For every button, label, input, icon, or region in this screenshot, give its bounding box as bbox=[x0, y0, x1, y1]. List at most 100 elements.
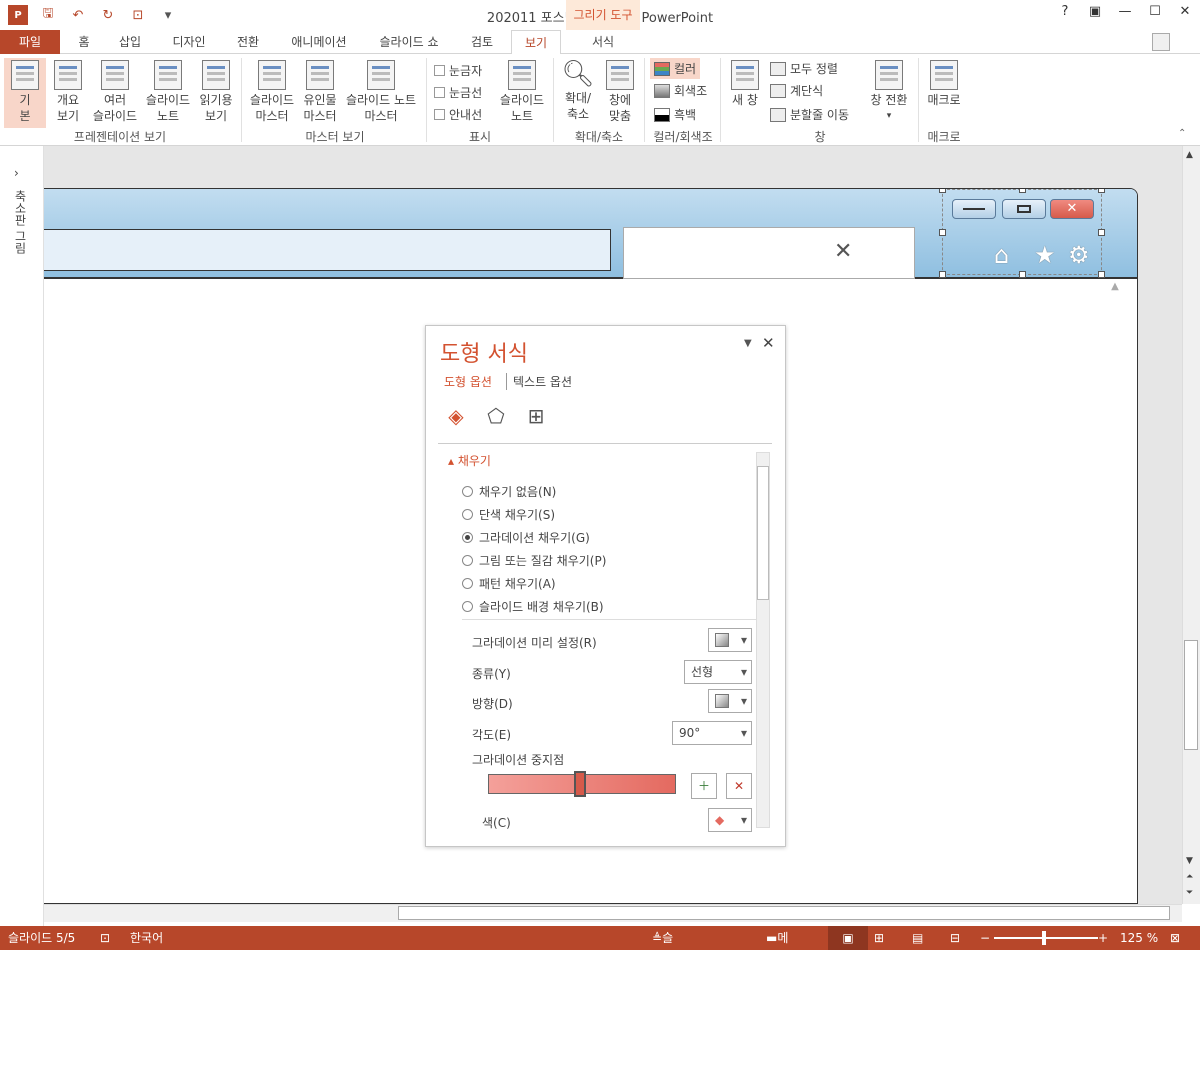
new-window-button[interactable]: 새 창 bbox=[726, 58, 764, 108]
fill-line-icon[interactable]: ◈ bbox=[444, 404, 468, 428]
radio-no-fill[interactable]: 채우기 없음(N) bbox=[462, 483, 556, 500]
move-split-button[interactable]: 분할줄 이동 bbox=[770, 106, 849, 123]
resize-handle[interactable] bbox=[1019, 271, 1026, 278]
effects-pentagon-icon[interactable]: ⬠ bbox=[484, 404, 508, 428]
tab-format[interactable]: 서식 bbox=[578, 30, 628, 54]
type-dropdown[interactable]: 선형 bbox=[684, 660, 752, 684]
zoom-level[interactable]: 125 % bbox=[1120, 926, 1158, 950]
tab-slideshow[interactable]: 슬라이드 쇼 bbox=[370, 30, 448, 54]
gridlines-checkbox[interactable]: 눈금선 bbox=[434, 84, 482, 101]
pane-scroll-thumb[interactable] bbox=[757, 466, 769, 600]
close-button[interactable]: ✕ bbox=[1170, 4, 1200, 19]
radio-solid-fill[interactable]: 단색 채우기(S) bbox=[462, 506, 555, 523]
reading-view-status-icon[interactable]: ▤ bbox=[912, 926, 923, 950]
tab-text-options[interactable]: 텍스트 옵션 bbox=[505, 373, 572, 390]
expand-thumbnails-icon[interactable]: › bbox=[14, 166, 19, 180]
notes-toggle-button[interactable]: 슬라이드 노트 bbox=[496, 58, 548, 124]
slide-sorter-button[interactable]: 여러 슬라이드 bbox=[90, 58, 140, 124]
normal-view-button[interactable]: 기 본 bbox=[4, 58, 46, 128]
zoom-button[interactable]: 🔍︎ 확대/ 축소 bbox=[558, 58, 598, 122]
user-account-icon[interactable] bbox=[1152, 33, 1170, 51]
fit-to-window-button[interactable]: 창에 맞춤 bbox=[600, 58, 640, 124]
guides-checkbox[interactable]: 안내선 bbox=[434, 106, 482, 123]
color-picker-dropdown[interactable]: ◆ bbox=[708, 808, 752, 832]
close-icon[interactable]: ✕ bbox=[834, 239, 852, 264]
normal-view-status-icon[interactable]: ▣ bbox=[828, 926, 868, 950]
zoom-out-icon[interactable]: − bbox=[980, 926, 990, 950]
remove-gradient-stop-icon[interactable]: ✕ bbox=[726, 773, 752, 799]
collapse-ribbon-icon[interactable]: ⌃ bbox=[1178, 128, 1186, 139]
color-view-button[interactable]: 컬러 bbox=[650, 58, 701, 79]
outline-view-button[interactable]: 개요 보기 bbox=[48, 58, 88, 124]
resize-handle[interactable] bbox=[1098, 271, 1105, 278]
language-indicator[interactable]: 한국어 bbox=[130, 926, 163, 950]
pane-tabs: 도형 옵션 텍스트 옵션 bbox=[444, 373, 572, 390]
tab-transitions[interactable]: 전환 bbox=[228, 30, 268, 54]
scroll-up-icon[interactable]: ▲ bbox=[1186, 150, 1193, 160]
fit-slide-icon[interactable]: ⊠ bbox=[1170, 926, 1180, 950]
ribbon-display-options-icon[interactable]: ▣ bbox=[1080, 4, 1110, 19]
radio-pattern-fill[interactable]: 패턴 채우기(A) bbox=[462, 575, 556, 592]
black-white-button[interactable]: 흑백 bbox=[654, 106, 696, 123]
radio-background-fill[interactable]: 슬라이드 배경 채우기(B) bbox=[462, 598, 604, 615]
title-bar: P 🖫 ↶ ↻ ⊡ ▾ 202011 포스팅용 완성본 - PowerPoint… bbox=[0, 0, 1200, 30]
arrange-all-button[interactable]: 모두 정렬 bbox=[770, 60, 838, 77]
tab-file[interactable]: 파일 bbox=[0, 30, 60, 54]
radio-picture-fill[interactable]: 그림 또는 질감 채우기(P) bbox=[462, 552, 606, 569]
next-slide-icon[interactable]: ⏷ bbox=[1186, 888, 1193, 898]
radio-gradient-fill[interactable]: 그라데이션 채우기(G) bbox=[462, 529, 590, 546]
reading-view-button[interactable]: 읽기용 보기 bbox=[196, 58, 236, 124]
slideshow-status-icon[interactable]: ⊟ bbox=[950, 926, 960, 950]
arrange-all-label: 모두 정렬 bbox=[790, 62, 838, 76]
vertical-scrollbar[interactable] bbox=[1182, 146, 1200, 904]
resize-handle[interactable] bbox=[939, 189, 946, 193]
zoom-slider-track[interactable] bbox=[994, 937, 1098, 939]
help-icon[interactable]: ? bbox=[1050, 4, 1080, 19]
angle-spinner[interactable]: 90° bbox=[672, 721, 752, 745]
resize-handle[interactable] bbox=[1098, 229, 1105, 236]
previous-slide-icon[interactable]: ⏶ bbox=[1186, 872, 1193, 882]
add-gradient-stop-icon[interactable]: ＋ bbox=[691, 773, 717, 799]
grayscale-button[interactable]: 회색조 bbox=[654, 82, 707, 99]
notes-master-button[interactable]: 슬라이드 노트 마스터 bbox=[342, 58, 420, 124]
gradient-stop-handle[interactable] bbox=[574, 771, 586, 797]
tab-animations[interactable]: 애니메이션 bbox=[284, 30, 354, 54]
resize-handle[interactable] bbox=[939, 271, 946, 278]
zoom-slider-thumb[interactable] bbox=[1042, 931, 1046, 945]
comments-toggle[interactable]: ▬ 메모 bbox=[766, 926, 788, 969]
fill-section-header[interactable]: ▴ 채우기 bbox=[448, 452, 491, 469]
cascade-button[interactable]: 계단식 bbox=[770, 82, 823, 99]
vertical-scroll-thumb[interactable] bbox=[1184, 640, 1198, 750]
pane-divider bbox=[438, 443, 772, 444]
size-properties-icon[interactable]: ⊞ bbox=[524, 404, 548, 428]
pane-options-icon[interactable]: ▼ bbox=[744, 338, 752, 349]
handout-master-button[interactable]: 유인물 마스터 bbox=[300, 58, 340, 124]
resize-handle[interactable] bbox=[939, 229, 946, 236]
resize-handle[interactable] bbox=[1019, 189, 1026, 193]
mock-address-bar[interactable] bbox=[44, 229, 611, 271]
macros-button[interactable]: 매크로 bbox=[922, 58, 966, 108]
preset-gradients-dropdown[interactable] bbox=[708, 628, 752, 652]
switch-windows-button[interactable]: 창 전환 ▾ bbox=[866, 58, 912, 124]
ruler-checkbox[interactable]: 눈금자 bbox=[434, 62, 482, 79]
pane-close-icon[interactable]: ✕ bbox=[762, 334, 775, 352]
maximize-button[interactable]: ☐ bbox=[1140, 4, 1170, 19]
zoom-in-icon[interactable]: + bbox=[1098, 926, 1108, 950]
tab-view[interactable]: 보기 bbox=[511, 30, 561, 55]
slide-master-button[interactable]: 슬라이드 마스터 bbox=[246, 58, 298, 124]
tab-home[interactable]: 홈 bbox=[70, 30, 98, 54]
scroll-down-icon[interactable]: ▼ bbox=[1186, 856, 1193, 866]
horizontal-scroll-thumb[interactable] bbox=[398, 906, 1170, 920]
notes-toggle-status[interactable]: ≜ 슬라이드 노트 bbox=[652, 926, 673, 1065]
spellcheck-icon[interactable]: ⊡ bbox=[100, 926, 110, 950]
tab-shape-options[interactable]: 도형 옵션 bbox=[444, 373, 492, 390]
tab-review[interactable]: 검토 bbox=[462, 30, 502, 54]
resize-handle[interactable] bbox=[1098, 189, 1105, 193]
notes-page-button[interactable]: 슬라이드 노트 bbox=[142, 58, 194, 124]
mock-search-box[interactable] bbox=[623, 227, 915, 279]
minimize-button[interactable]: — bbox=[1110, 4, 1140, 19]
direction-dropdown[interactable] bbox=[708, 689, 752, 713]
tab-insert[interactable]: 삽입 bbox=[110, 30, 150, 54]
slide-sorter-status-icon[interactable]: ⊞ bbox=[874, 926, 884, 950]
tab-design[interactable]: 디자인 bbox=[164, 30, 214, 54]
